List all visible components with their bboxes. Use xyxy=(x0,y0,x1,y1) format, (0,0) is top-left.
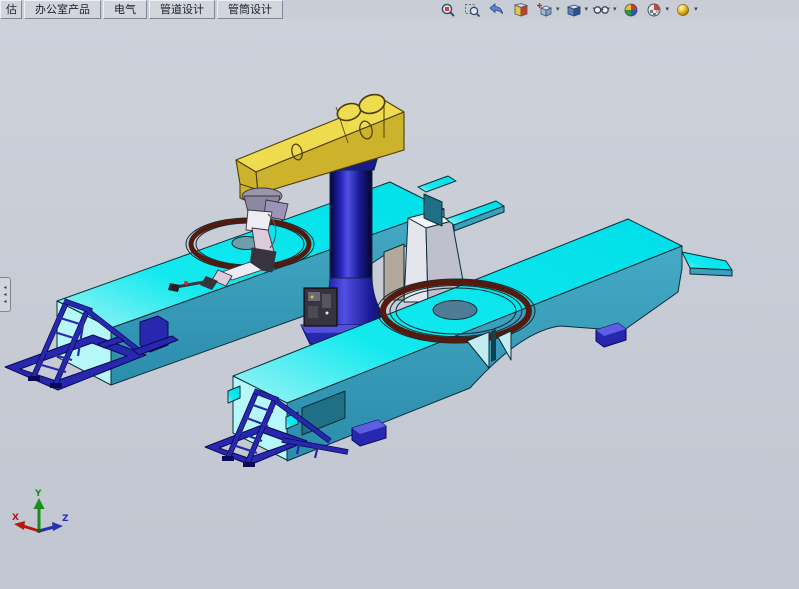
triad-z-label: Z xyxy=(62,514,69,524)
tab-electrical[interactable]: 电气 xyxy=(103,0,147,19)
feature-panel-expander[interactable]: ◂ ◂ ◂ xyxy=(0,277,11,312)
dropdown-arrow-icon[interactable]: ▾ xyxy=(585,1,589,19)
hide-show-items-button[interactable]: ▾ xyxy=(590,1,619,19)
back-arrow-icon xyxy=(487,2,507,18)
scene-sphere-icon xyxy=(645,2,665,18)
view-settings-button[interactable]: ▾ xyxy=(671,1,700,19)
color-sphere-icon xyxy=(621,2,641,18)
eyeglasses-icon xyxy=(592,2,612,18)
tab-piping-design[interactable]: 管道设计 xyxy=(149,0,215,19)
command-tabs: 估 办公室产品 电气 管道设计 管筒设计 xyxy=(0,0,285,19)
section-cut-icon xyxy=(511,2,531,18)
triad-y-label: Y xyxy=(34,489,42,499)
cube-axes-icon xyxy=(535,2,555,18)
triad-x-label: X xyxy=(12,513,19,523)
magnifier-area-icon xyxy=(463,2,483,18)
expand-arrow-icon: ◂ xyxy=(3,298,6,305)
expand-arrow-icon: ◂ xyxy=(3,284,6,291)
tab-office-products[interactable]: 办公室产品 xyxy=(24,0,101,19)
dropdown-arrow-icon[interactable]: ▾ xyxy=(613,1,617,19)
heads-up-view-toolbar: ▾ ▾ ▾ xyxy=(437,0,700,20)
dropdown-arrow-icon[interactable]: ▾ xyxy=(666,1,670,19)
apply-scene-button[interactable]: ▾ xyxy=(643,1,672,19)
tab-evaluate-partial[interactable]: 估 xyxy=(0,0,22,19)
dropdown-arrow-icon[interactable]: ▾ xyxy=(556,1,560,19)
edit-appearance-button[interactable] xyxy=(619,1,643,19)
dropdown-arrow-icon[interactable]: ▾ xyxy=(694,1,698,19)
view-orientation-button[interactable]: ▾ xyxy=(533,1,562,19)
shaded-cube-icon xyxy=(564,2,584,18)
section-view-button[interactable] xyxy=(509,1,533,19)
zoom-to-area-button[interactable] xyxy=(461,1,485,19)
display-style-button[interactable]: ▾ xyxy=(562,1,591,19)
magnifier-icon xyxy=(439,2,459,18)
gold-sphere-icon xyxy=(673,2,693,18)
expand-arrow-icon: ◂ xyxy=(3,291,6,298)
previous-view-button[interactable] xyxy=(485,1,509,19)
ring-right-hub[interactable] xyxy=(433,301,477,320)
graphics-viewport[interactable]: X Y Z xyxy=(0,0,799,589)
column-control-box[interactable] xyxy=(304,288,337,326)
zoom-to-fit-button[interactable] xyxy=(437,1,461,19)
tab-tube-design[interactable]: 管筒设计 xyxy=(217,0,283,19)
